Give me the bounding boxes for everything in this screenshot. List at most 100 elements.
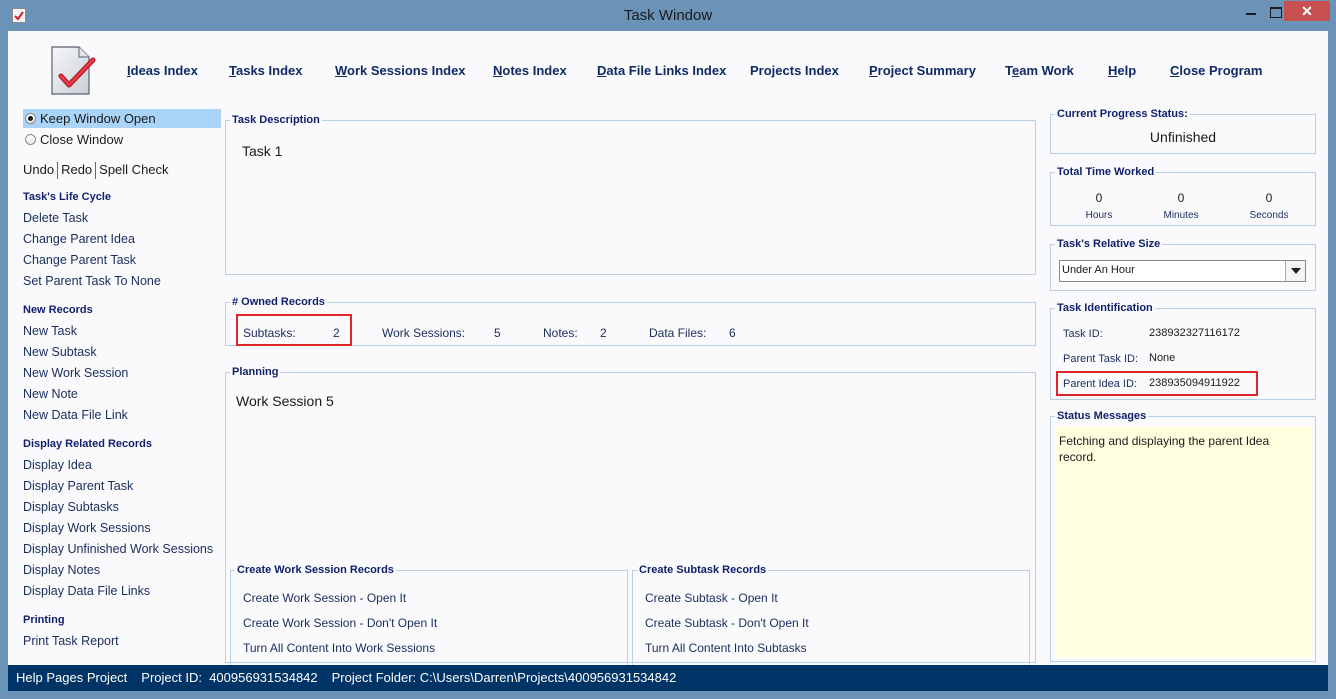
display-subtasks-link[interactable]: Display Subtasks (23, 500, 119, 514)
nav-notes-index[interactable]: Notes Index (493, 63, 567, 78)
mnemonic-underline: W (335, 63, 348, 78)
nav-projects-index[interactable]: Projects Index (750, 63, 839, 78)
notes-count-value: 2 (600, 326, 607, 340)
edit-actions: Undo Redo Spell Check (23, 162, 169, 180)
task-identification-label: Task Identification (1055, 301, 1155, 315)
create-subtask-dont-open-link[interactable]: Create Subtask - Don't Open It (645, 616, 809, 630)
change-parent-task-link[interactable]: Change Parent Task (23, 253, 136, 267)
hours-value: 0 (1095, 191, 1103, 205)
turn-content-into-work-sessions-link[interactable]: Turn All Content Into Work Sessions (243, 641, 435, 655)
minutes-display: 0 Minutes (1146, 191, 1216, 221)
relative-size-label: Task's Relative Size (1055, 237, 1163, 251)
progress-status-value: Unfinished (1149, 129, 1217, 145)
work-sessions-count-label: Work Sessions: (382, 326, 466, 340)
window-title: Task Window (623, 7, 713, 24)
delete-task-link[interactable]: Delete Task (23, 211, 88, 225)
create-subtask-open-link[interactable]: Create Subtask - Open It (645, 591, 778, 605)
mnemonic-underline: I (127, 63, 131, 78)
keep-window-open-radio[interactable]: Keep Window Open (23, 109, 221, 128)
mnemonic-underline: H (1108, 63, 1118, 78)
nav-close-program[interactable]: Close Program (1170, 63, 1262, 78)
set-parent-task-none-link[interactable]: Set Parent Task To None (23, 274, 161, 288)
task-logo-icon (49, 46, 97, 96)
mnemonic-underline: T (229, 63, 236, 78)
owned-records-group: # Owned Records Subtasks: 2 Work Session… (225, 295, 1036, 346)
new-task-link[interactable]: New Task (23, 324, 77, 338)
divider (57, 162, 59, 180)
section-heading-new-records: New Records (23, 304, 93, 316)
minutes-label: Minutes (1163, 210, 1199, 221)
nav-project-summary[interactable]: Project Summary (869, 63, 976, 78)
status-messages-label: Status Messages (1055, 409, 1149, 423)
data-files-count-value: 6 (729, 326, 736, 340)
create-work-session-open-link[interactable]: Create Work Session - Open It (243, 591, 406, 605)
display-notes-link[interactable]: Display Notes (23, 563, 100, 577)
section-heading-life-cycle: Task's Life Cycle (23, 191, 112, 203)
create-work-session-dont-open-link[interactable]: Create Work Session - Don't Open It (243, 616, 437, 630)
new-data-file-link[interactable]: New Data File Link (23, 408, 128, 422)
display-data-file-links-link[interactable]: Display Data File Links (23, 584, 150, 598)
project-name: Help Pages Project (16, 670, 128, 685)
display-work-sessions-link[interactable]: Display Work Sessions (23, 521, 151, 535)
undo-button[interactable]: Undo (23, 162, 54, 177)
create-work-session-label: Create Work Session Records (235, 563, 396, 577)
radio-label: Keep Window Open (40, 111, 156, 126)
spell-check-button[interactable]: Spell Check (99, 162, 168, 177)
mnemonic-underline: D (597, 63, 607, 78)
planning-field[interactable]: Work Session 5 (236, 393, 334, 409)
parent-task-id-value: None (1149, 352, 1176, 364)
parent-task-id-label: Parent Task ID: (1063, 353, 1138, 365)
relative-size-selected: Under An Hour (1062, 264, 1135, 276)
parent-idea-id-value: 238935094911922 (1149, 377, 1240, 389)
minimize-button[interactable] (1238, 1, 1266, 21)
change-parent-idea-link[interactable]: Change Parent Idea (23, 232, 135, 246)
chevron-down-icon[interactable] (1285, 261, 1305, 281)
divider (95, 162, 97, 180)
nav-data-file-links-index[interactable]: Data File Links Index (597, 63, 726, 78)
task-id-label: Task ID: (1063, 328, 1103, 340)
create-subtask-group: Create Subtask Records Create Subtask - … (632, 563, 1030, 667)
radio-label: Close Window (40, 132, 124, 147)
mnemonic-underline: C (1170, 63, 1180, 78)
new-work-session-link[interactable]: New Work Session (23, 366, 128, 380)
minutes-value: 0 (1177, 191, 1185, 205)
new-note-link[interactable]: New Note (23, 387, 78, 401)
create-work-session-group: Create Work Session Records Create Work … (230, 563, 628, 667)
mnemonic-underline: e (1011, 63, 1020, 78)
hours-display: 0 Hours (1064, 191, 1134, 221)
status-messages-text: Fetching and displaying the parent Idea … (1055, 427, 1311, 657)
title-bar[interactable]: Task Window ✕ (0, 0, 1336, 31)
section-heading-printing: Printing (23, 614, 65, 626)
task-description-field[interactable]: Task 1 (242, 143, 282, 159)
task-window: Task Window ✕ Ideas Index Tasks Index Wo… (0, 0, 1336, 699)
new-subtask-link[interactable]: New Subtask (23, 345, 97, 359)
display-idea-link[interactable]: Display Idea (23, 458, 92, 472)
redo-button[interactable]: Redo (61, 162, 92, 177)
nav-team-work[interactable]: Team Work (1005, 63, 1074, 78)
nav-help[interactable]: Help (1108, 63, 1136, 78)
hours-label: Hours (1085, 210, 1113, 221)
project-id: Project ID: 400956931534842 (141, 670, 318, 685)
display-unfinished-work-sessions-link[interactable]: Display Unfinished Work Sessions (23, 542, 213, 556)
turn-content-into-subtasks-link[interactable]: Turn All Content Into Subtasks (645, 641, 807, 655)
task-id-value: 238932327116172 (1149, 327, 1240, 339)
create-subtask-label: Create Subtask Records (637, 563, 769, 577)
display-parent-task-link[interactable]: Display Parent Task (23, 479, 133, 493)
nav-tasks-index[interactable]: Tasks Index (229, 63, 302, 78)
data-files-count-label: Data Files: (649, 326, 707, 340)
progress-status-group: Current Progress Status: Unfinished (1050, 107, 1316, 154)
nav-ideas-index[interactable]: Ideas Index (127, 63, 198, 78)
relative-size-dropdown[interactable]: Under An Hour (1059, 260, 1306, 282)
planning-label: Planning (230, 365, 281, 379)
close-window-radio[interactable]: Close Window (23, 130, 221, 149)
print-task-report-link[interactable]: Print Task Report (23, 634, 119, 648)
owned-records-label: # Owned Records (230, 295, 327, 309)
nav-work-sessions-index[interactable]: Work Sessions Index (335, 63, 466, 78)
task-identification-group: Task Identification Task ID: 23893232711… (1050, 301, 1316, 400)
close-button[interactable]: ✕ (1284, 1, 1330, 21)
seconds-label: Seconds (1249, 210, 1289, 221)
planning-group: Planning Work Session 5 Create Work Sess… (225, 365, 1036, 667)
notes-count-label: Notes: (543, 326, 578, 340)
status-messages-group: Status Messages Fetching and displaying … (1050, 409, 1316, 662)
relative-size-group: Task's Relative Size Under An Hour (1050, 237, 1316, 291)
